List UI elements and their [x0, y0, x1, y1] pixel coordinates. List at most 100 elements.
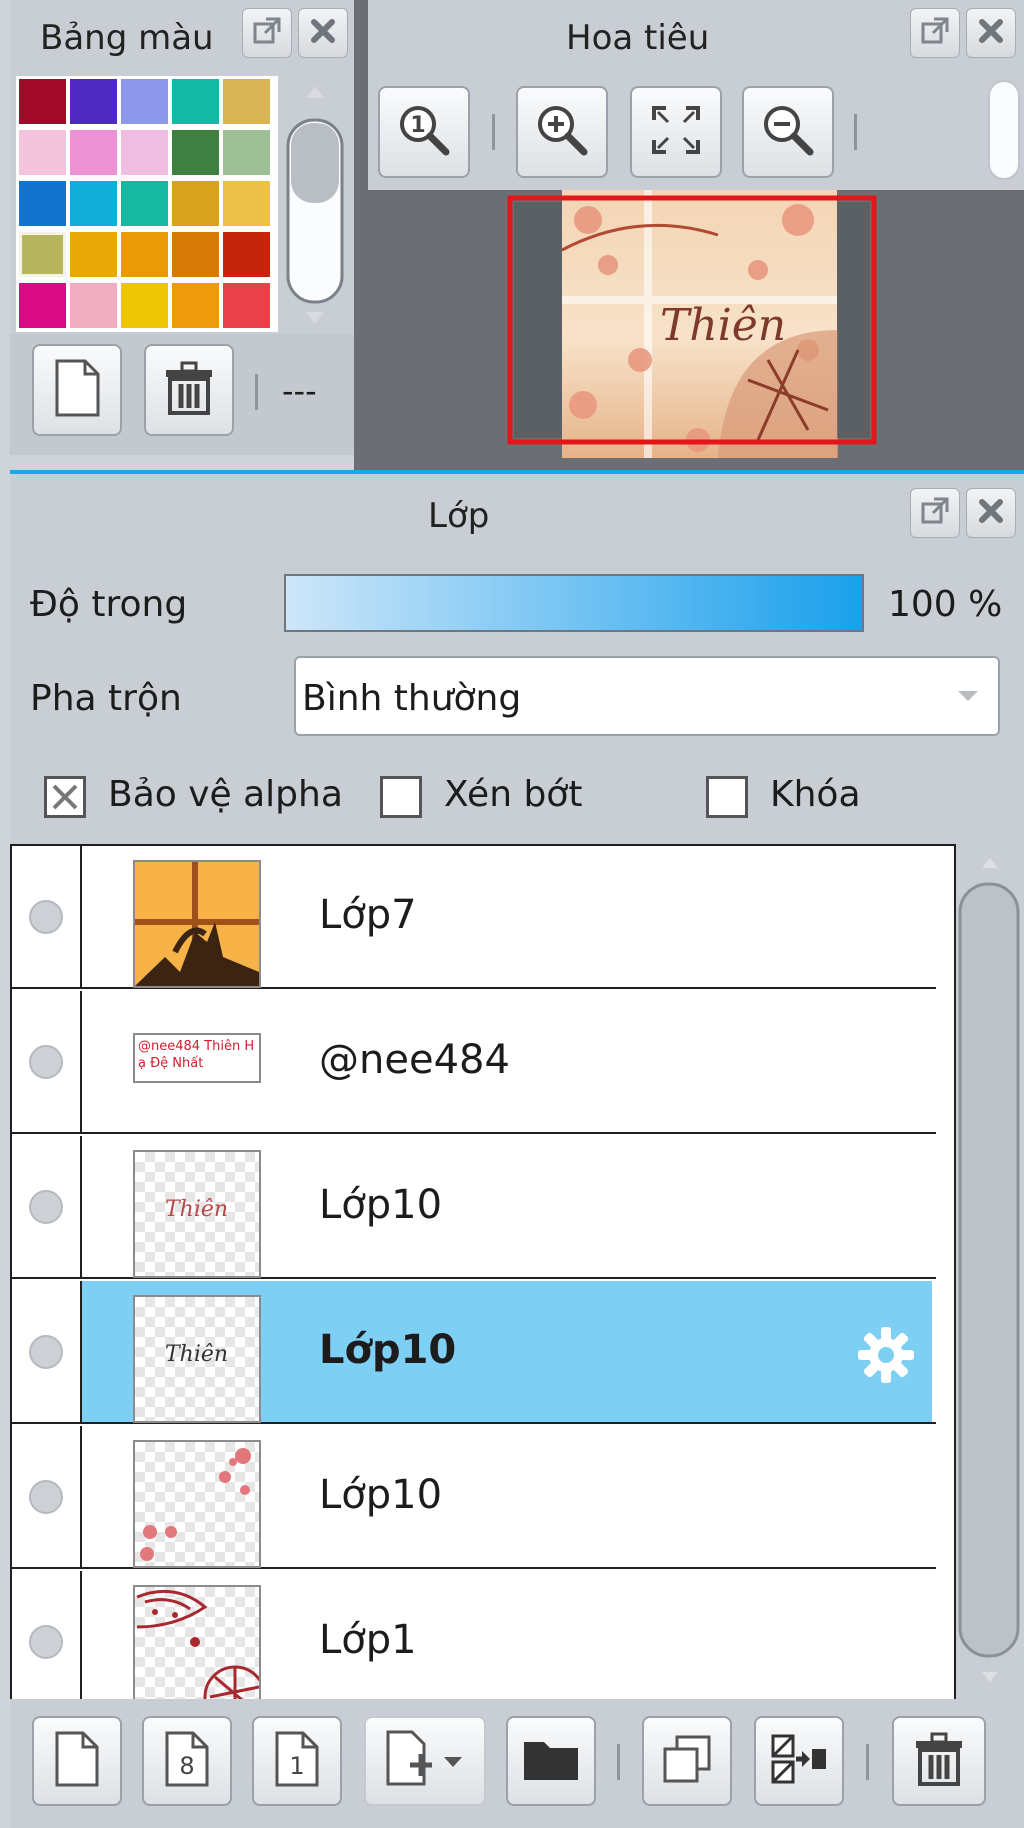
svg-text:8: 8 — [179, 1752, 194, 1780]
color-swatch[interactable] — [19, 130, 66, 175]
navigator-separator-1 — [492, 114, 495, 150]
clipping-label: Xén bớt — [444, 774, 583, 815]
duplicate-layer-button[interactable] — [642, 1716, 732, 1806]
layer-thumbnail — [133, 1440, 261, 1568]
layer-row[interactable]: Lớp7 — [12, 846, 936, 989]
navigator-separator-2 — [854, 114, 857, 150]
close-palette-button[interactable] — [298, 8, 348, 58]
layer-visibility-toggle[interactable] — [12, 846, 82, 987]
layer-name: @nee484 — [319, 1037, 510, 1083]
color-swatch[interactable] — [223, 79, 270, 124]
visibility-dot-icon — [29, 1479, 63, 1514]
color-swatch[interactable] — [70, 232, 117, 277]
palette-panel-title: Bảng màu — [40, 18, 214, 58]
blend-mode-label: Pha trộn — [30, 678, 182, 719]
layer-row[interactable]: Thiên Lớp10 — [12, 1136, 936, 1279]
color-swatch[interactable] — [172, 181, 219, 226]
color-swatch[interactable] — [121, 79, 168, 124]
layer-name: Lớp10 — [319, 1182, 443, 1228]
duplicate-icon — [661, 1733, 713, 1789]
layer-row[interactable]: @nee484 Thiên Hạ Đệ Nhất @nee484 — [12, 991, 936, 1134]
layer-visibility-toggle[interactable] — [12, 1281, 82, 1422]
zoom-out-button[interactable] — [742, 86, 834, 178]
zoom-actual-size-button[interactable]: 1 — [378, 86, 470, 178]
color-swatch[interactable] — [223, 232, 270, 277]
color-swatch[interactable] — [172, 130, 219, 175]
zoom-one-icon: 1 — [396, 102, 452, 162]
layer-thumbnail: Thiên — [133, 1295, 261, 1423]
color-swatch[interactable] — [19, 181, 66, 226]
navigator-preview: Thiên — [368, 190, 1024, 470]
layer-thumbnail-text: @nee484 Thiên Hạ Đệ Nhất — [138, 1039, 255, 1071]
layer-row[interactable]: Lớp10 — [12, 1426, 936, 1569]
layer-name: Lớp7 — [319, 892, 417, 938]
color-swatch[interactable] — [172, 232, 219, 277]
svg-text:1: 1 — [289, 1752, 304, 1780]
opacity-label: Độ trong — [30, 584, 188, 625]
navigator-zoom-slider[interactable] — [988, 80, 1020, 180]
color-swatch[interactable] — [121, 181, 168, 226]
color-swatch[interactable] — [223, 283, 270, 328]
color-swatch[interactable] — [223, 181, 270, 226]
close-icon — [977, 497, 1005, 529]
clipping-checkbox[interactable] — [380, 776, 422, 818]
palette-panel: Bảng màu --- — [10, 0, 354, 455]
blend-mode-select[interactable]: Bình thường — [294, 656, 1000, 736]
color-swatch[interactable] — [70, 130, 117, 175]
layer-row[interactable]: Lớp1 — [12, 1571, 936, 1699]
color-swatch[interactable] — [70, 181, 117, 226]
new-folder-button[interactable] — [506, 1716, 596, 1806]
fit-view-button[interactable] — [630, 86, 722, 178]
zoom-in-button[interactable] — [516, 86, 608, 178]
visibility-dot-icon — [29, 1624, 63, 1659]
merge-layer-button[interactable] — [754, 1716, 844, 1806]
palette-scrollbar[interactable] — [282, 78, 348, 334]
color-swatch[interactable] — [121, 232, 168, 277]
visibility-dot-icon — [29, 1189, 63, 1224]
zoom-in-icon — [534, 102, 590, 162]
new-1bit-layer-button[interactable]: 1 — [252, 1716, 342, 1806]
color-swatch[interactable] — [121, 130, 168, 175]
detach-navigator-button[interactable] — [910, 8, 960, 58]
alpha-lock-checkbox[interactable] — [44, 776, 86, 818]
color-swatch[interactable] — [172, 283, 219, 328]
detach-layers-button[interactable] — [910, 488, 960, 538]
opacity-slider[interactable] — [284, 574, 864, 632]
delete-swatch-button[interactable] — [144, 344, 234, 436]
color-swatch[interactable] — [223, 130, 270, 175]
layers-panel-title: Lớp — [428, 496, 490, 536]
visibility-dot-icon — [29, 1334, 63, 1369]
new-layer-button[interactable] — [32, 1716, 122, 1806]
trash-icon — [162, 360, 216, 420]
layer-visibility-toggle[interactable] — [12, 1136, 82, 1277]
color-swatch[interactable] — [121, 283, 168, 328]
layer-list-scrollbar[interactable] — [956, 846, 1024, 1696]
close-icon — [309, 17, 337, 49]
color-swatch[interactable] — [19, 232, 66, 277]
layer-thumbnail-text: Thiên — [165, 1342, 229, 1367]
trash-icon — [912, 1731, 966, 1791]
delete-layer-button[interactable] — [892, 1716, 986, 1806]
close-navigator-button[interactable] — [966, 8, 1016, 58]
detach-palette-button[interactable] — [242, 8, 292, 58]
layer-settings-gear-icon[interactable] — [854, 1323, 918, 1391]
color-swatch[interactable] — [19, 283, 66, 328]
layer-row-selected[interactable]: Thiên Lớp10 — [12, 1281, 936, 1424]
close-layers-button[interactable] — [966, 488, 1016, 538]
fit-screen-icon — [650, 104, 702, 160]
color-swatch[interactable] — [70, 283, 117, 328]
layer-visibility-toggle[interactable] — [12, 1426, 82, 1567]
layer-visibility-toggle[interactable] — [12, 991, 82, 1132]
add-layer-dropdown-button[interactable] — [364, 1716, 486, 1806]
layers-toolbar-separator-2 — [866, 1744, 869, 1780]
color-swatch[interactable] — [172, 79, 219, 124]
new-swatch-button[interactable] — [32, 344, 122, 436]
popout-icon — [920, 16, 950, 50]
color-swatch[interactable] — [70, 79, 117, 124]
check-x-icon — [52, 784, 78, 810]
color-swatch[interactable] — [19, 79, 66, 124]
lock-checkbox[interactable] — [706, 776, 748, 818]
new-8bit-layer-button[interactable]: 8 — [142, 1716, 232, 1806]
layer-visibility-toggle[interactable] — [12, 1571, 82, 1699]
layer-name: Lớp10 — [319, 1472, 443, 1518]
